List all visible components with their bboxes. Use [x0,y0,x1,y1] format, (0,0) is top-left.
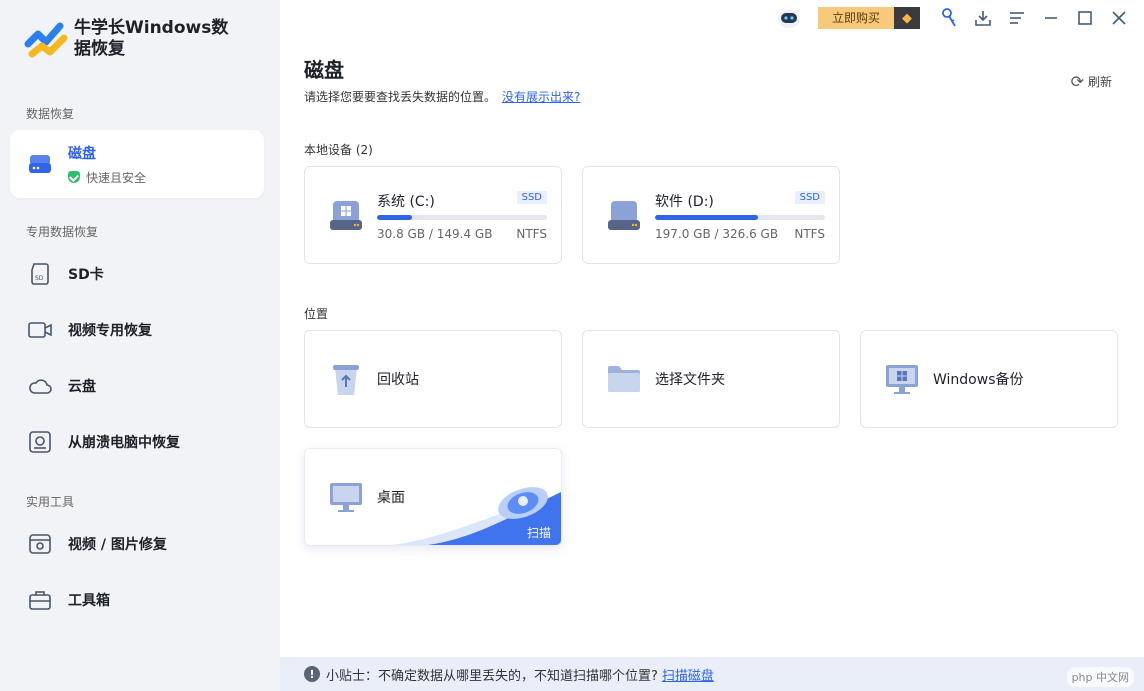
page-description: 请选择您要要查找丢失数据的位置。 没有展示出来? [304,88,580,105]
usage-bar-fill [655,215,758,220]
desktop-monitor-icon [330,483,362,512]
drive-name: 系统 (C:) [377,194,435,210]
app-logo-icon [24,22,68,58]
section-special-recovery: 专用数据恢复 [26,225,99,239]
drive-size: 30.8 GB / 149.4 GB [377,227,493,241]
location-select-folder[interactable]: 选择文件夹 [582,330,840,428]
location-name: 选择文件夹 [655,372,725,388]
refresh-button[interactable]: ⟳ 刷新 [1071,72,1112,91]
locations-label: 位置 [304,307,329,321]
sidebar-item-cloud[interactable]: 云盘 [10,360,264,412]
section-data-recovery: 数据恢复 [26,107,75,121]
media-repair-icon [26,530,54,558]
drive-name: 软件 (D:) [655,194,714,210]
location-windows-backup[interactable]: Windows备份 [860,330,1118,428]
ssd-badge: SSD [794,191,825,204]
main-content: 磁盘 请选择您要要查找丢失数据的位置。 没有展示出来? ⟳ 刷新 本地设备 (2)… [280,0,1144,691]
sidebar-item-sd-card[interactable]: SD SD卡 [10,248,264,300]
scan-disk-link[interactable]: 扫描磁盘 [662,665,714,684]
sidebar: 牛学长Windows数据恢复 数据恢复 磁盘 快速且安全 专用数据恢复 SD S… [0,0,280,691]
tip-text: 小贴士：不确定数据从哪里丢失的，不知道扫描哪个位置? [326,668,658,684]
sidebar-item-label: 磁盘 [68,145,96,162]
usage-bar [655,215,825,220]
sidebar-item-label: 云盘 [68,379,96,395]
folder-icon [608,366,640,392]
scan-button[interactable]: 扫描 [527,524,551,541]
svg-text:SD: SD [35,275,44,282]
refresh-label: 刷新 [1087,75,1112,89]
sidebar-item-label: 视频专用恢复 [68,323,152,339]
video-camera-icon [26,316,54,344]
watermark: php 中文网 [1066,667,1134,687]
location-name: Windows备份 [933,372,1024,388]
windows-monitor-icon [886,365,918,394]
location-recycle-bin[interactable]: 回收站 [304,330,562,428]
description-text: 请选择您要要查找丢失数据的位置。 [304,90,497,104]
toolbox-icon [26,586,54,614]
location-name: 回收站 [377,372,419,388]
usage-bar-fill [377,215,413,220]
app-name: 牛学长Windows数据恢复 [74,18,229,59]
exclamation-icon: ! [304,666,320,682]
crashed-pc-icon [26,428,54,456]
drive-card-c[interactable]: 系统 (C:) SSD 30.8 GB / 149.4 GB NTFS [304,166,562,264]
drive-card-d[interactable]: 软件 (D:) SSD 197.0 GB / 326.6 GB NTFS [582,166,840,264]
recycle-bin-icon [333,365,359,395]
sidebar-item-label: 从崩溃电脑中恢复 [68,435,180,451]
disk-icon [26,150,54,178]
sidebar-item-toolbox[interactable]: 工具箱 [10,574,264,626]
refresh-icon: ⟳ [1070,72,1084,91]
sidebar-item-crashed-pc[interactable]: 从崩溃电脑中恢复 [10,416,264,468]
sidebar-item-label: 工具箱 [68,593,110,609]
location-name: 桌面 [377,490,405,506]
page-title: 磁盘 [304,58,344,82]
sidebar-item-media-repair[interactable]: 视频 / 图片修复 [10,518,264,570]
sd-card-icon: SD [26,260,54,288]
shield-check-icon [68,171,80,183]
sidebar-item-subtitle: 快速且安全 [68,169,146,186]
drive-size: 197.0 GB / 326.6 GB [655,227,779,241]
sidebar-item-disk[interactable]: 磁盘 快速且安全 [10,130,264,198]
local-devices-label: 本地设备 (2) [304,143,373,157]
drive-filesystem: NTFS [516,227,547,241]
drive-icon [608,201,640,230]
ssd-badge: SSD [516,191,547,204]
brand: 牛学长Windows数据恢复 [24,18,244,62]
not-shown-link[interactable]: 没有展示出来? [502,90,580,104]
windows-drive-icon [330,201,362,230]
tip-bar: ! 小贴士：不确定数据从哪里丢失的，不知道扫描哪个位置? 扫描磁盘 php 中文网 [280,657,1144,691]
drive-filesystem: NTFS [794,227,825,241]
section-tools: 实用工具 [26,495,75,509]
usage-bar [377,215,547,220]
sidebar-item-label: 视频 / 图片修复 [68,537,167,553]
cloud-icon [26,372,54,400]
sidebar-item-video-recovery[interactable]: 视频专用恢复 [10,304,264,356]
sidebar-item-label: SD卡 [68,267,104,283]
location-desktop[interactable]: 桌面 扫描 [304,448,562,546]
safe-text: 快速且安全 [86,170,147,185]
